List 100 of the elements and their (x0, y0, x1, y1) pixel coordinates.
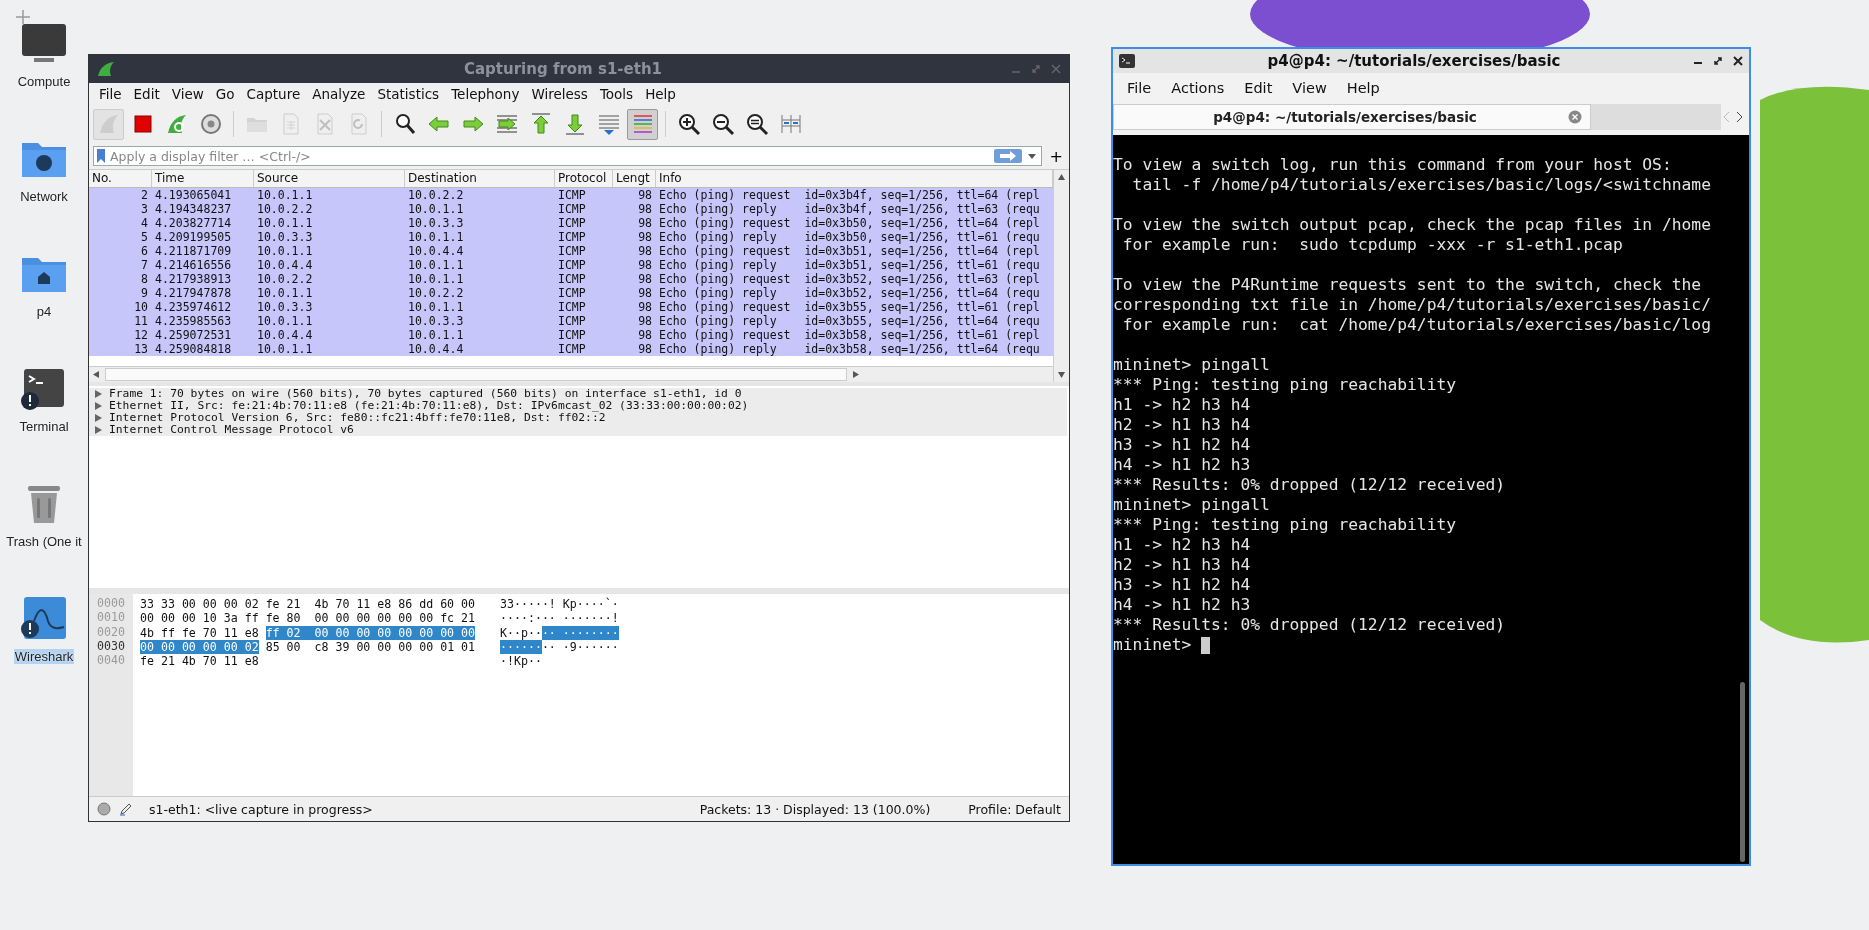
scroll-right-icon[interactable] (853, 371, 859, 378)
expand-arrow-icon[interactable] (95, 390, 102, 398)
profile-label[interactable]: Profile: Default (968, 801, 1061, 817)
menu-item[interactable]: File (93, 86, 128, 102)
scroll-up-icon[interactable] (1058, 174, 1065, 180)
table-cell-text: 98 (637, 188, 653, 202)
hex-bytes[interactable]: 00 00 00 10 3a ff fe 80 00 00 00 00 00 00 fc 21 (140, 611, 476, 626)
desktop-icon[interactable]: Network (0, 131, 88, 206)
terminal-line: mininet> pingall (1113, 495, 1271, 515)
packet-row[interactable]: 10 4.235974612 10.0.3.3 10.0.1.1 ICMP 98 Echo (ping) request id=0x3b55, seq=1/256, ttl=61 (repl (89, 300, 1053, 314)
packet-row[interactable]: 8 4.217938913 10.0.2.2 10.0.1.1 ICMP 98 Echo (ping) request id=0x3b52, seq=1/256, ttl=63 (repl (89, 272, 1053, 286)
scroll-left-icon[interactable] (93, 371, 99, 378)
menu-item[interactable]: Analyze (306, 86, 372, 102)
column-header[interactable]: Source (254, 170, 405, 187)
menu-item[interactable]: Statistics (371, 86, 446, 102)
ascii-text[interactable]: ·· ·9······ (541, 639, 619, 654)
apply-filter-button[interactable] (993, 149, 1022, 163)
ascii-text[interactable]: 33·····! Kp····`· (500, 597, 619, 611)
close-tab-icon[interactable] (1568, 110, 1582, 124)
menu-item[interactable]: Wireless (525, 86, 594, 102)
table-cell-text: 10.0.1.1 (407, 202, 465, 216)
add-filter-button[interactable]: + (1047, 146, 1065, 166)
expand-arrow-icon[interactable] (95, 402, 102, 410)
hex-bytes[interactable]: ff 02 00 00 00 00 00 00 00 00 (265, 625, 476, 640)
table-cell-text: ICMP (557, 286, 587, 300)
packet-row[interactable]: 7 4.214616556 10.0.4.4 10.0.1.1 ICMP 98 Echo (ping) reply id=0x3b51, seq=1/256, ttl=61 (requ (89, 258, 1053, 272)
status-circle-icon[interactable] (97, 802, 111, 816)
bookmark-icon[interactable] (97, 149, 105, 163)
hex-bytes[interactable]: 00 00 00 00 00 02 (140, 639, 259, 654)
table-cell-text: 8 (140, 272, 149, 286)
edit-icon[interactable] (119, 802, 133, 816)
menu-item[interactable]: Help (639, 86, 682, 102)
dropdown-caret-icon[interactable] (1027, 154, 1036, 159)
ascii-text[interactable]: ·· ········ (541, 625, 619, 640)
table-cell-text: 10.0.2.2 (407, 188, 465, 202)
maximize-icon[interactable] (1713, 56, 1723, 66)
add-icon[interactable] (16, 10, 30, 24)
menu-item[interactable]: Actions (1161, 80, 1235, 96)
hex-bytes[interactable]: 4b ff fe 70 11 e8 (140, 625, 266, 640)
hex-bytes[interactable]: 33 33 00 00 00 02 fe 21 4b 70 11 e8 86 dd 60 00 (140, 597, 476, 611)
close-icon[interactable] (1733, 56, 1743, 66)
display-filter-field[interactable]: Apply a display filter … <Ctrl-/> (93, 146, 1042, 166)
packet-row[interactable]: 5 4.209199505 10.0.3.3 10.0.1.1 ICMP 98 Echo (ping) reply id=0x3b50, seq=1/256, ttl=61 (requ (89, 230, 1053, 244)
table-cell-text: Echo (ping) reply id=0x3b52, seq=1/256, ttl=64 (requ (658, 286, 1041, 300)
zoom-in-icon (676, 112, 701, 136)
table-cell-text: ICMP (557, 342, 587, 356)
packet-row[interactable]: 4 4.203827714 10.0.1.1 10.0.3.3 ICMP 98 Echo (ping) request id=0x3b50, seq=1/256, ttl=64 (repl (89, 216, 1053, 230)
packet-row[interactable]: 3 4.194348237 10.0.2.2 10.0.1.1 ICMP 98 Echo (ping) reply id=0x3b4f, seq=1/256, ttl=63 (requ (89, 202, 1053, 216)
horizontal-scrollbar[interactable] (89, 366, 1053, 382)
menu-item[interactable]: Edit (127, 86, 166, 102)
tree-row[interactable]: Ethernet II, Src: fe:21:4b:70:11:e8 (fe:21:4b:70:11:e8), Dst: IPv6mcast_02 (33:33:00:00:00:02) (89, 400, 1067, 412)
expand-arrow-icon[interactable] (95, 426, 102, 434)
tree-row[interactable]: Frame 1: 70 bytes on wire (560 bits), 70 bytes captured (560 bits) on interface s1-eth1, id 0 (89, 388, 1067, 400)
desktop-icon[interactable]: Compute (0, 16, 88, 91)
table-cell-text: ICMP (557, 188, 587, 202)
terminal-line: h2 -> h1 h3 h4 (1113, 415, 1252, 435)
packet-row[interactable]: 11 4.235985563 10.0.1.1 10.0.3.3 ICMP 98 Echo (ping) reply id=0x3b55, seq=1/256, ttl=64 (requ (89, 314, 1053, 328)
menu-item[interactable]: Tools (593, 86, 640, 102)
menu-item[interactable]: View (1282, 80, 1337, 96)
packet-row[interactable]: 2 4.193065041 10.0.1.1 10.0.2.2 ICMP 98 Echo (ping) request id=0x3b4f, seq=1/256, ttl=64 (repl (89, 188, 1053, 202)
column-header[interactable]: Protocol (555, 170, 613, 187)
terminal-line: tail -f /home/p4/tutorials/exercises/basic/logs/<switchname (1131, 175, 1712, 195)
tree-row[interactable]: Internet Protocol Version 6, Src: fe80::fc21:4bff:fe70:11e8, Dst: ff02::2 (89, 412, 1067, 424)
table-cell-text: 10.0.1.1 (256, 216, 314, 230)
vertical-scrollbar[interactable] (1053, 170, 1069, 382)
terminal-tab[interactable]: p4@p4: ~/tutorials/exercises/basic (1113, 104, 1591, 130)
table-cell-text: Echo (ping) request id=0x3b55, seq=1/256, ttl=61 (repl (658, 300, 1041, 314)
hex-bytes[interactable]: 85 00 c8 39 00 00 00 00 01 01 (258, 639, 476, 654)
menu-item[interactable]: View (165, 86, 210, 102)
menu-item[interactable]: Edit (1234, 80, 1283, 96)
column-header[interactable]: Lengt (613, 170, 656, 187)
packet-row[interactable]: 6 4.211871709 10.0.1.1 10.0.4.4 ICMP 98 Echo (ping) request id=0x3b51, seq=1/256, ttl=64 (repl (89, 244, 1053, 258)
table-cell-text: 4.211871709 (154, 244, 233, 258)
desktop-icon[interactable]: Terminal (0, 361, 88, 436)
packet-row[interactable]: 9 4.217947878 10.0.1.1 10.0.2.2 ICMP 98 Echo (ping) reply id=0x3b52, seq=1/256, ttl=64 (requ (89, 286, 1053, 300)
menu-item[interactable]: Telephony (445, 86, 526, 102)
menu-item[interactable]: Capture (240, 86, 307, 102)
scroll-down-icon[interactable] (1058, 372, 1065, 378)
table-cell-text: 2 (140, 188, 149, 202)
desktop-icon[interactable]: Trash (One it (0, 476, 88, 551)
packet-row[interactable]: 13 4.259084818 10.0.1.1 10.0.4.4 ICMP 98 Echo (ping) reply id=0x3b58, seq=1/256, ttl=64 (requ (89, 342, 1053, 356)
hex-bytes[interactable]: fe 21 4b 70 11 e8 (140, 654, 259, 669)
offset-label: 0010 (96, 610, 126, 625)
ascii-text[interactable]: ······ (500, 639, 542, 654)
ascii-text[interactable]: ·!Kp·· (500, 654, 542, 669)
menu-item[interactable]: Help (1336, 80, 1390, 96)
column-header[interactable]: Time (152, 170, 254, 187)
table-cell-text: 10.0.1.1 (256, 286, 314, 300)
ascii-text[interactable]: ····:··· ·······! (500, 611, 619, 626)
packet-row[interactable]: 12 4.259072531 10.0.4.4 10.0.1.1 ICMP 98 Echo (ping) request id=0x3b58, seq=1/256, ttl=61 (repl (89, 328, 1053, 342)
tree-row[interactable]: Internet Control Message Protocol v6 (89, 424, 1067, 436)
column-header[interactable]: No. (89, 170, 152, 187)
column-header[interactable]: Destination (405, 170, 555, 187)
expand-arrow-icon[interactable] (95, 414, 102, 422)
menu-item[interactable]: Go (209, 86, 241, 102)
terminal-line: for example run: sudo tcpdump -xxx -r s1-eth1.pcap (1121, 235, 1624, 255)
ascii-text[interactable]: K··p·· (500, 625, 542, 640)
menu-item[interactable]: File (1117, 80, 1162, 96)
table-cell-text: 98 (637, 216, 653, 230)
desktop-icon[interactable]: p4 (0, 246, 88, 321)
